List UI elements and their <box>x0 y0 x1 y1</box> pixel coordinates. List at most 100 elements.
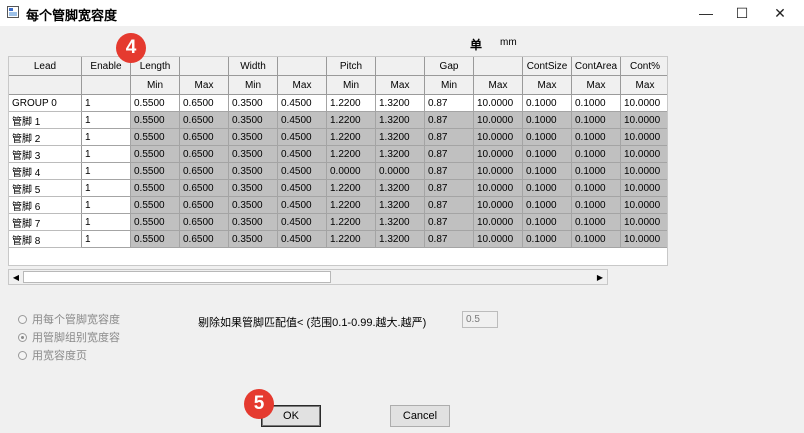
table-cell[interactable]: 10.0000 <box>621 214 667 231</box>
table-cell[interactable]: 1.3200 <box>376 214 425 231</box>
table-cell[interactable]: 0.3500 <box>229 180 278 197</box>
table-cell[interactable]: 0.6500 <box>180 197 229 214</box>
table-cell[interactable]: 0.1000 <box>572 129 621 146</box>
table-cell[interactable]: 1 <box>82 95 131 112</box>
table-cell[interactable]: 1.3200 <box>376 197 425 214</box>
table-cell[interactable]: 0.6500 <box>180 214 229 231</box>
table-cell[interactable]: 0.5500 <box>131 112 180 129</box>
close-button[interactable]: ✕ <box>762 0 798 26</box>
table-cell[interactable]: 10.0000 <box>474 197 523 214</box>
scroll-right-icon[interactable]: ▶ <box>593 270 607 284</box>
table-cell[interactable]: 0.1000 <box>523 163 572 180</box>
table-cell[interactable]: 0.1000 <box>572 180 621 197</box>
table-cell[interactable]: 10.0000 <box>621 95 667 112</box>
table-cell[interactable]: 0.5500 <box>131 146 180 163</box>
table-cell[interactable]: 10.0000 <box>474 95 523 112</box>
table-cell[interactable]: 0.1000 <box>523 112 572 129</box>
table-cell[interactable]: 0.3500 <box>229 146 278 163</box>
table-cell[interactable]: 0.87 <box>425 163 474 180</box>
table-cell[interactable]: 0.6500 <box>180 163 229 180</box>
table-cell[interactable]: 0.1000 <box>523 95 572 112</box>
table-cell[interactable]: 1.3200 <box>376 180 425 197</box>
table-cell[interactable]: 10.0000 <box>621 231 667 248</box>
table-cell[interactable]: 0.1000 <box>523 231 572 248</box>
table-cell[interactable]: 1.3200 <box>376 129 425 146</box>
table-cell[interactable]: 1.2200 <box>327 231 376 248</box>
table-cell[interactable]: 0.1000 <box>523 214 572 231</box>
table-cell[interactable]: 1.3200 <box>376 231 425 248</box>
table-cell[interactable]: 0.87 <box>425 180 474 197</box>
table-cell[interactable]: 10.0000 <box>474 180 523 197</box>
table-cell[interactable]: 10.0000 <box>621 112 667 129</box>
table-cell[interactable]: 0.3500 <box>229 231 278 248</box>
table-cell[interactable]: 0.87 <box>425 214 474 231</box>
table-cell[interactable]: 0.1000 <box>572 95 621 112</box>
table-cell[interactable]: 10.0000 <box>621 129 667 146</box>
table-cell[interactable]: 1.2200 <box>327 146 376 163</box>
table-cell[interactable]: 1.3200 <box>376 112 425 129</box>
scroll-left-icon[interactable]: ◀ <box>9 270 23 284</box>
minimize-button[interactable]: — <box>688 0 724 26</box>
horizontal-scrollbar[interactable]: ◀ ▶ <box>8 269 608 285</box>
table-cell[interactable]: 0.4500 <box>278 180 327 197</box>
table-cell[interactable]: 0.1000 <box>523 197 572 214</box>
table-cell[interactable]: 0.4500 <box>278 146 327 163</box>
table-cell[interactable]: 10.0000 <box>621 146 667 163</box>
table-cell[interactable]: 0.4500 <box>278 163 327 180</box>
table-cell[interactable]: 0.1000 <box>572 112 621 129</box>
table-cell[interactable]: 0.6500 <box>180 146 229 163</box>
table-cell[interactable]: 10.0000 <box>621 180 667 197</box>
table-cell[interactable]: 1.2200 <box>327 214 376 231</box>
table-cell[interactable]: 1.2200 <box>327 95 376 112</box>
radio-tolerance-page[interactable]: 用宽容度页 <box>18 347 87 363</box>
table-cell[interactable]: 0.3500 <box>229 214 278 231</box>
table-cell[interactable]: 0.6500 <box>180 231 229 248</box>
table-cell[interactable]: 0.6500 <box>180 129 229 146</box>
table-cell[interactable]: 0.3500 <box>229 197 278 214</box>
table-cell[interactable]: 0.5500 <box>131 231 180 248</box>
table-cell[interactable]: 0.3500 <box>229 129 278 146</box>
table-cell[interactable]: 10.0000 <box>474 112 523 129</box>
table-cell[interactable]: 0.6500 <box>180 112 229 129</box>
table-cell[interactable]: 0.4500 <box>278 112 327 129</box>
table-cell[interactable]: 0.87 <box>425 129 474 146</box>
table-cell[interactable]: 1.2200 <box>327 180 376 197</box>
table-cell[interactable]: 0.4500 <box>278 231 327 248</box>
maximize-button[interactable]: ☐ <box>724 0 760 26</box>
table-cell[interactable]: 0.1000 <box>523 146 572 163</box>
cancel-button[interactable]: Cancel <box>390 405 450 427</box>
table-cell[interactable]: 1.3200 <box>376 146 425 163</box>
table-cell[interactable]: 1 <box>82 214 131 231</box>
table-cell[interactable]: 0.5500 <box>131 180 180 197</box>
table-cell[interactable]: 1.2200 <box>327 112 376 129</box>
table-cell[interactable]: 10.0000 <box>621 197 667 214</box>
table-cell[interactable]: 1 <box>82 146 131 163</box>
table-cell[interactable]: 0.6500 <box>180 180 229 197</box>
table-cell[interactable]: 1 <box>82 197 131 214</box>
table-cell[interactable]: 1.2200 <box>327 197 376 214</box>
table-cell[interactable]: 0.1000 <box>523 180 572 197</box>
table-cell[interactable]: 0.4500 <box>278 95 327 112</box>
table-cell[interactable]: 0.5500 <box>131 197 180 214</box>
table-cell[interactable]: 0.1000 <box>572 214 621 231</box>
table-cell[interactable]: 0.5500 <box>131 129 180 146</box>
table-cell[interactable]: 0.6500 <box>180 95 229 112</box>
table-cell[interactable]: 10.0000 <box>474 163 523 180</box>
table-cell[interactable]: 0.1000 <box>572 231 621 248</box>
table-cell[interactable]: 1 <box>82 163 131 180</box>
table-cell[interactable]: 1 <box>82 112 131 129</box>
table-cell[interactable]: 0.0000 <box>376 163 425 180</box>
scroll-thumb[interactable] <box>23 271 331 283</box>
table-cell[interactable]: 0.87 <box>425 231 474 248</box>
table-cell[interactable]: 0.1000 <box>572 197 621 214</box>
table-cell[interactable]: 0.0000 <box>327 163 376 180</box>
table-cell[interactable]: 1.3200 <box>376 95 425 112</box>
table-cell[interactable]: 10.0000 <box>474 146 523 163</box>
table-cell[interactable]: 0.87 <box>425 146 474 163</box>
radio-per-lead[interactable]: 用每个管脚宽容度 <box>18 311 120 327</box>
table-cell[interactable]: 10.0000 <box>474 214 523 231</box>
table-cell[interactable]: 0.3500 <box>229 95 278 112</box>
radio-group-tolerance[interactable]: 用管脚组别宽度容 <box>18 329 120 345</box>
table-cell[interactable]: 0.1000 <box>523 129 572 146</box>
tolerance-grid[interactable]: Lead Enable Length Min Max Width Min Max Pitch Mi… <box>8 56 668 266</box>
